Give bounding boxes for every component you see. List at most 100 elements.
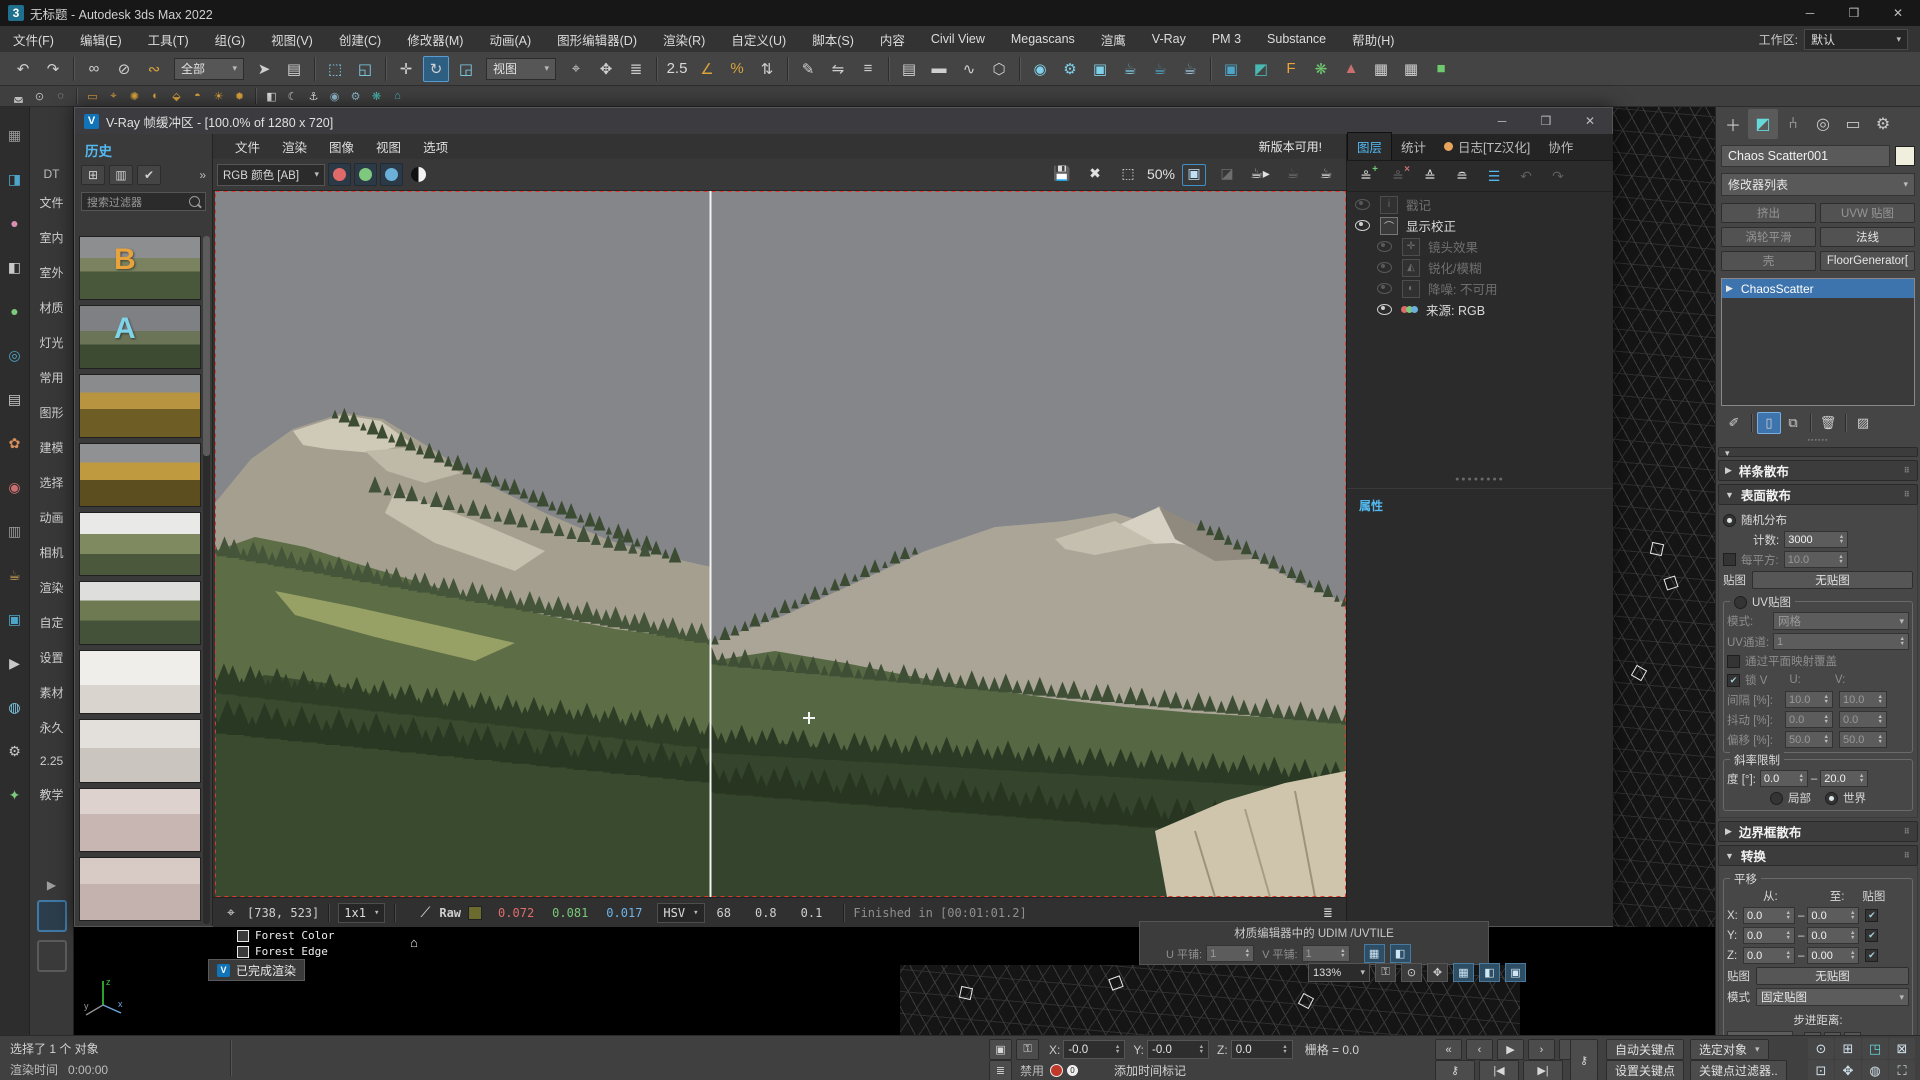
render-viewport-icon[interactable]: ◪ xyxy=(1215,164,1239,186)
uv-v-field[interactable]: 50.0▲▼ xyxy=(1839,731,1887,748)
delete-layer-icon[interactable]: ≗× xyxy=(1385,164,1411,188)
next-frame-button[interactable]: › xyxy=(1528,1039,1555,1060)
maxscript-listener-icon[interactable]: ≣ xyxy=(989,1060,1012,1080)
no-map-button[interactable]: 无贴图 xyxy=(1752,571,1913,589)
monochrome-button[interactable] xyxy=(411,167,426,182)
history-apply-icon[interactable]: ✔ xyxy=(137,165,161,185)
modify-tab[interactable]: ◩ xyxy=(1748,109,1778,139)
omni-light-icon[interactable]: ✺ xyxy=(125,88,144,105)
target-light-icon[interactable]: ⌖ xyxy=(104,88,123,105)
align-icon[interactable]: ≡ xyxy=(855,56,881,82)
object-color-swatch[interactable] xyxy=(1895,146,1915,166)
menu-item-11[interactable]: 脚本(S) xyxy=(799,26,867,52)
layer-row-1[interactable]: ⌒显示校正 xyxy=(1347,215,1613,236)
deg-to-field[interactable]: 20.0▲▼ xyxy=(1820,770,1868,787)
from-field[interactable]: 0.0▲▼ xyxy=(1743,947,1795,964)
per-square-field[interactable]: 10.0▲▼ xyxy=(1784,551,1848,568)
spray-tool-icon[interactable]: ✦ xyxy=(4,784,26,806)
rollout-bbox-scatter[interactable]: ▶ 边界框散布 ⠿ xyxy=(1718,821,1918,842)
axis-map-checkbox[interactable]: ✔ xyxy=(1865,949,1878,962)
modifier-list-dropdown[interactable]: 修改器列表 ▾ xyxy=(1721,173,1915,196)
left-tab-3[interactable]: 材质 xyxy=(39,299,63,316)
menu-item-12[interactable]: 内容 xyxy=(867,26,918,52)
stack-item-chaosscatter[interactable]: ▶ ChaosScatter xyxy=(1722,279,1914,298)
vfb-menu-4[interactable]: 选项 xyxy=(423,137,448,156)
layer-row-5[interactable]: 来源: RGB xyxy=(1347,299,1613,320)
zoom-extents-all-icon[interactable]: ⊠ xyxy=(1889,1038,1915,1059)
viewport-layout-button-2[interactable] xyxy=(37,940,67,972)
to-field[interactable]: 0.0▲▼ xyxy=(1807,927,1859,944)
world-radio[interactable] xyxy=(1825,792,1838,805)
panel-splitter[interactable]: ●●●●●●●● xyxy=(1347,476,1613,482)
grid-tools-2-icon[interactable]: ▦ xyxy=(1398,56,1424,82)
bind-to-space-warp-icon[interactable]: ∾ xyxy=(141,56,167,82)
expand-icon[interactable]: ▶ xyxy=(1726,283,1733,294)
history-thumbnail-9[interactable] xyxy=(79,788,201,852)
grid-tools-icon[interactable]: ▦ xyxy=(1368,56,1394,82)
uv-map-radio[interactable] xyxy=(1734,596,1747,609)
vfb-close-button[interactable]: ✕ xyxy=(1568,109,1612,133)
region-render-icon[interactable]: ⬚ xyxy=(1116,164,1140,186)
menu-item-10[interactable]: 自定义(U) xyxy=(718,26,799,52)
modifier-button-4[interactable]: 壳 xyxy=(1721,251,1816,271)
mirror-icon[interactable]: ⇋ xyxy=(825,56,851,82)
select-and-rotate-icon[interactable]: ↻ xyxy=(423,56,449,82)
menu-item-14[interactable]: Megascans xyxy=(998,26,1088,52)
red-channel-button[interactable] xyxy=(328,163,351,186)
photometric-light-icon[interactable]: ⬙ xyxy=(167,88,186,105)
v-tile-field[interactable]: 1▲▼ xyxy=(1302,945,1350,962)
panel-splitter-dots[interactable]: ▪▪▪▪▪▪ xyxy=(1716,436,1920,444)
rectangular-selection-region-icon[interactable]: ⬚ xyxy=(322,56,348,82)
vfb-menu-1[interactable]: 渲染 xyxy=(282,137,307,156)
select-by-name-icon[interactable]: ▤ xyxy=(281,56,307,82)
layers-tool-icon[interactable]: ▥ xyxy=(4,520,26,542)
test-resolution-button[interactable]: 50% xyxy=(1149,164,1173,186)
go-to-start-button[interactable]: « xyxy=(1435,1039,1462,1060)
rendered-image[interactable] xyxy=(215,191,1346,897)
left-tab-16[interactable]: 2.25 xyxy=(40,754,63,768)
geometry-cube-icon[interactable]: ◧ xyxy=(4,256,26,278)
rollout-transform[interactable]: ▼ 转换 ⠿ xyxy=(1718,845,1918,866)
to-field[interactable]: 0.00▲▼ xyxy=(1807,947,1859,964)
layer-row-2[interactable]: ✛镜头效果 xyxy=(1347,236,1613,257)
timeline-lock-icon[interactable]: ⚿ xyxy=(1375,963,1396,982)
select-and-move-icon[interactable]: ✛ xyxy=(393,56,419,82)
udim-reset-icon[interactable]: ◧ xyxy=(1390,944,1411,963)
selection-lock-icon[interactable]: ⚿ xyxy=(1016,1039,1039,1060)
from-field[interactable]: 0.0▲▼ xyxy=(1743,927,1795,944)
left-tab-17[interactable]: 教学 xyxy=(39,786,63,803)
left-tab-6[interactable]: 图形 xyxy=(39,404,63,421)
layer-row-0[interactable]: i戳记 xyxy=(1347,194,1613,215)
deg-from-field[interactable]: 0.0▲▼ xyxy=(1760,770,1808,787)
modifier-button-2[interactable]: 涡轮平滑 xyxy=(1721,227,1816,247)
vray-toolbar-icon[interactable]: ▣ xyxy=(1218,56,1244,82)
history-thumbnail-3[interactable] xyxy=(79,374,201,438)
vfb-menu-0[interactable]: 文件 xyxy=(235,137,260,156)
region-crop-icon[interactable]: ▣ xyxy=(1182,164,1206,186)
menu-item-9[interactable]: 渲染(R) xyxy=(650,26,718,52)
display-tab[interactable]: ▭ xyxy=(1838,109,1868,139)
add-time-tag-button[interactable]: 添加时间标记 xyxy=(1114,1062,1186,1079)
show-end-result-icon[interactable]: ▯ xyxy=(1757,412,1781,434)
set-key-button[interactable]: 设置关键点 xyxy=(1606,1060,1684,1080)
left-tab-10[interactable]: 相机 xyxy=(39,544,63,561)
visibility-eye-off-icon[interactable] xyxy=(1377,262,1392,273)
stop-render-icon[interactable]: ☕ xyxy=(1314,164,1338,186)
pan-icon[interactable]: ✥ xyxy=(1835,1060,1861,1080)
rendered-frame-window-icon[interactable]: ▣ xyxy=(1087,56,1113,82)
count-field[interactable]: 3000▲▼ xyxy=(1784,531,1848,548)
timeline-frame-icon[interactable]: ▣ xyxy=(1505,963,1526,982)
previous-frame-button[interactable]: ‹ xyxy=(1466,1039,1493,1060)
named-selection-sets-icon[interactable]: ✎ xyxy=(795,56,821,82)
forest-color-checkbox[interactable] xyxy=(237,930,249,942)
key-mode-button[interactable]: ⚷ xyxy=(1435,1060,1475,1080)
layers-tab-1[interactable]: 统计 xyxy=(1392,133,1435,160)
uv-v-field[interactable]: 0.0▲▼ xyxy=(1839,711,1887,728)
chaos-cosmos-icon[interactable]: ◩ xyxy=(1248,56,1274,82)
left-tab-8[interactable]: 选择 xyxy=(39,474,63,491)
menu-item-5[interactable]: 创建(C) xyxy=(326,26,394,52)
keyboard-override-icon[interactable]: ≣ xyxy=(623,56,649,82)
light-plane-icon[interactable]: ▭ xyxy=(83,88,102,105)
random-distribution-radio[interactable] xyxy=(1723,514,1736,527)
selected-object-dropdown[interactable]: 选定对象▾ xyxy=(1690,1039,1769,1060)
